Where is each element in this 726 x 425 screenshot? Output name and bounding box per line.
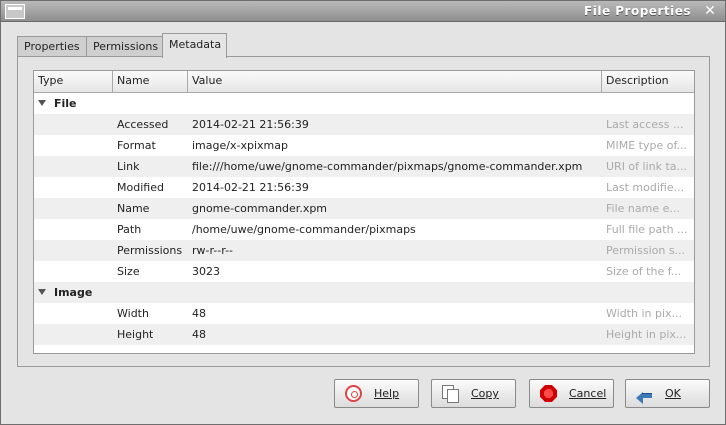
metadata-panel: Type Name Value Description File Accesse… <box>17 56 710 367</box>
window-menu-icon[interactable] <box>5 4 25 19</box>
cancel-button[interactable]: Cancel <box>529 379 614 408</box>
table-row[interactable]: Name gnome-commander.xpm File name e... <box>34 198 694 219</box>
expander-down-icon[interactable] <box>38 100 46 106</box>
help-icon <box>345 385 362 402</box>
table-row[interactable]: Link file:///home/uwe/gnome-commander/pi… <box>34 156 694 177</box>
tree-header: Type Name Value Description <box>34 71 694 93</box>
close-icon[interactable]: ✕ <box>701 2 719 20</box>
cancel-icon <box>540 385 557 402</box>
table-row[interactable]: Size 3023 Size of the f... <box>34 261 694 282</box>
help-label: Help <box>374 387 400 400</box>
copy-label: Copy <box>471 387 499 400</box>
cancel-label: Cancel <box>569 387 607 400</box>
table-row[interactable]: Path /home/uwe/gnome-commander/pixmaps F… <box>34 219 694 240</box>
ok-arrow-icon <box>636 385 653 404</box>
tab-metadata[interactable]: Metadata <box>162 33 227 58</box>
column-type[interactable]: Type <box>34 71 113 93</box>
file-properties-window: File Properties ✕ Properties Permissions… <box>0 0 726 425</box>
column-description[interactable]: Description <box>602 71 694 93</box>
tab-properties[interactable]: Properties <box>17 36 87 57</box>
group-row-image[interactable]: Image <box>34 282 694 303</box>
window-title: File Properties <box>584 4 691 18</box>
column-name[interactable]: Name <box>113 71 188 93</box>
table-row[interactable]: Accessed 2014-02-21 21:56:39 Last access… <box>34 114 694 135</box>
ok-button[interactable]: OK <box>625 379 710 408</box>
table-row[interactable]: Width 48 Width in pix... <box>34 303 694 324</box>
table-row[interactable]: Permissions rw-r--r-- Permission s... <box>34 240 694 261</box>
table-row[interactable]: Format image/x-xpixmap MIME type of... <box>34 135 694 156</box>
help-button[interactable]: Help <box>334 379 419 408</box>
copy-button[interactable]: Copy <box>431 379 516 408</box>
table-row[interactable]: Height 48 Height in pix... <box>34 324 694 345</box>
table-row[interactable]: Modified 2014-02-21 21:56:39 Last modifi… <box>34 177 694 198</box>
ok-label: OK <box>665 387 681 400</box>
title-bar[interactable]: File Properties ✕ <box>1 1 725 22</box>
tab-permissions[interactable]: Permissions <box>86 36 163 57</box>
metadata-tree[interactable]: Type Name Value Description File Accesse… <box>33 70 695 354</box>
copy-icon <box>442 385 459 403</box>
group-row-file[interactable]: File <box>34 93 694 114</box>
column-value[interactable]: Value <box>188 71 602 93</box>
expander-down-icon[interactable] <box>38 289 46 295</box>
